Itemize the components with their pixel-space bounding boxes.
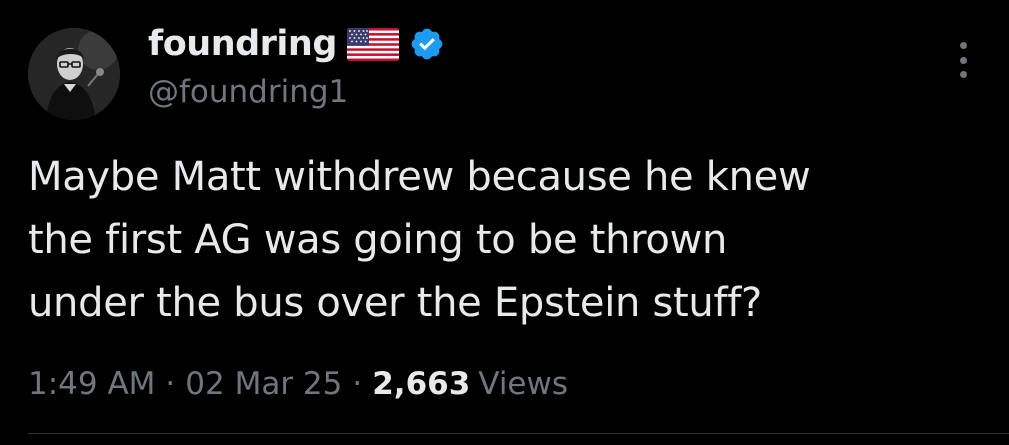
more-dot <box>959 56 967 64</box>
tweet-text-line: under the bus over the Epstein stuff? <box>28 280 762 326</box>
avatar-image <box>28 28 120 120</box>
display-name[interactable]: foundring <box>148 24 337 64</box>
avatar[interactable] <box>28 28 120 120</box>
tweet-text: Maybe Matt withdrew because he knew the … <box>28 146 988 335</box>
tweet-time[interactable]: 1:49 AM <box>28 366 155 402</box>
meta-separator: · <box>165 366 176 402</box>
more-vertical-icon[interactable] <box>950 40 976 80</box>
tweet-meta: 1:49 AM · 02 Mar 25 · 2,663 Views <box>28 362 568 406</box>
divider <box>28 433 1009 434</box>
tweet-date[interactable]: 02 Mar 25 <box>185 366 342 402</box>
more-dot <box>959 42 967 49</box>
tweet-card: foundring @foundring1 Maybe Matt withdre… <box>0 0 1009 445</box>
tweet-text-line: Maybe Matt withdrew because he knew <box>28 154 811 200</box>
meta-separator: · <box>352 366 363 402</box>
more-dot <box>959 71 967 78</box>
views-count[interactable]: 2,663 <box>372 366 470 402</box>
tweet-text-line: the first AG was going to be thrown <box>28 217 728 263</box>
user-handle[interactable]: @foundring1 <box>148 74 348 110</box>
user-name-row: foundring <box>148 18 445 70</box>
views-label: Views <box>478 366 569 402</box>
us-flag-icon <box>346 27 399 61</box>
verified-badge-icon[interactable] <box>409 26 445 62</box>
